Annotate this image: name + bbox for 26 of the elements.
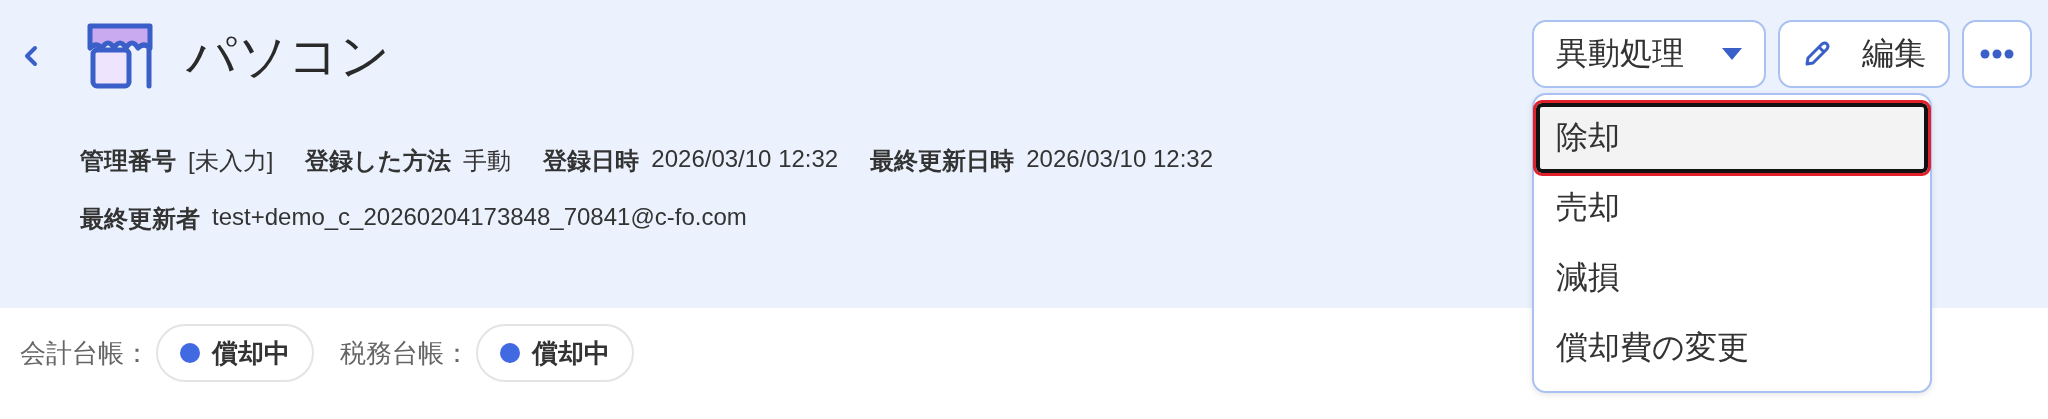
meta-label: 登録した方法: [305, 146, 452, 176]
storefront-icon: [86, 22, 156, 90]
menu-item[interactable]: 除却: [1536, 103, 1928, 173]
more-button[interactable]: [1962, 20, 2032, 88]
menu-item[interactable]: 売却: [1534, 173, 1930, 243]
more-icon: [1980, 49, 2014, 59]
meta-value: 2026/03/10 12:32: [651, 145, 839, 174]
back-chevron-icon[interactable]: [24, 45, 38, 67]
meta-value: test+demo_c_20260204173848_70841@c-fo.com: [212, 203, 747, 232]
page-title: パソコン: [186, 26, 390, 86]
meta-value: 手動: [463, 146, 512, 176]
meta-label: 最終更新者: [80, 204, 200, 234]
meta-label: 最終更新日時: [870, 146, 1015, 176]
transfer-dropdown-button[interactable]: 異動処理: [1532, 20, 1766, 88]
edit-button[interactable]: 編集: [1778, 20, 1950, 88]
meta-label: 登録日時: [543, 146, 640, 176]
status-pill: 償却中: [156, 324, 314, 382]
meta-label: 管理番号: [80, 146, 176, 176]
meta-value: 2026/03/10 12:32: [1026, 145, 1214, 174]
meta-value: [未入力]: [188, 146, 274, 176]
ledger-label: 税務台帳：: [340, 336, 470, 370]
caret-icon: [1722, 48, 1742, 60]
menu-item[interactable]: 償却費の変更: [1534, 313, 1930, 383]
ledger-label: 会計台帳：: [20, 336, 150, 370]
menu-item[interactable]: 減損: [1534, 243, 1930, 313]
status-pill: 償却中: [476, 324, 634, 382]
